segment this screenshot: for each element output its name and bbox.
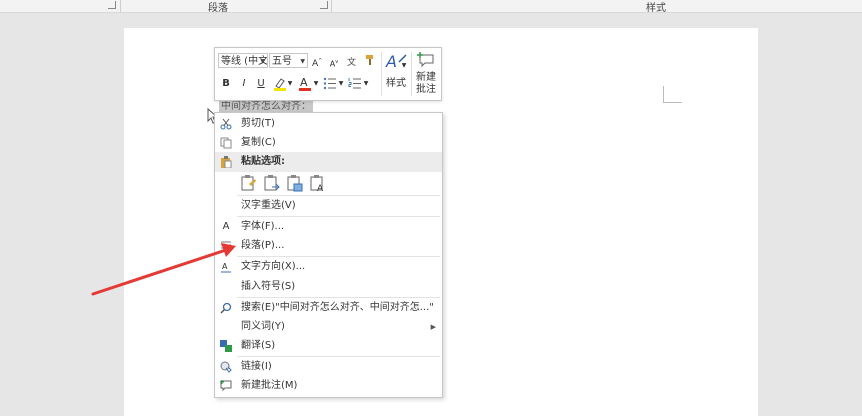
annotation-arrow	[91, 243, 236, 296]
arrow-shaft	[91, 248, 228, 296]
